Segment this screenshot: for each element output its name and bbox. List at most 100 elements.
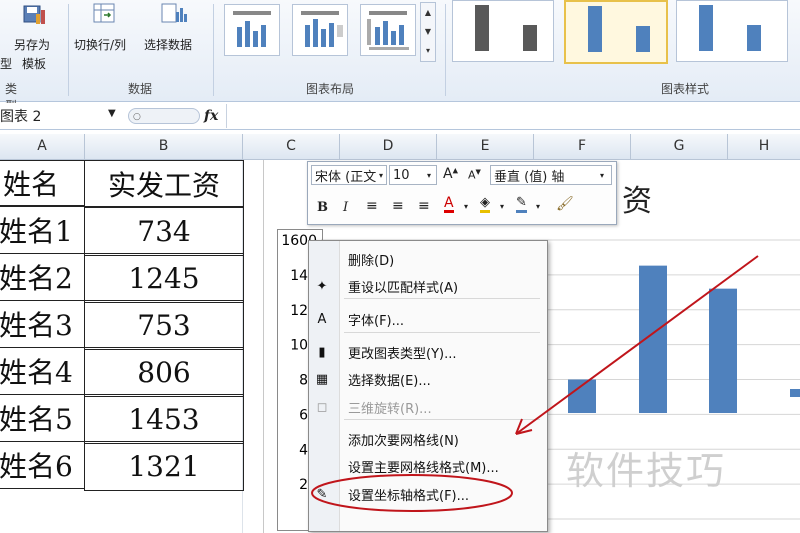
salary-cell[interactable]: 1321 bbox=[84, 441, 244, 491]
menu-separator bbox=[344, 419, 540, 420]
font-icon: A bbox=[317, 311, 327, 327]
column-header-d[interactable]: D bbox=[340, 134, 437, 160]
group-separator bbox=[68, 4, 69, 96]
format-axis-icon: ✎ bbox=[316, 486, 328, 502]
chart-bar[interactable] bbox=[639, 265, 667, 413]
select-data-button[interactable]: 选择数据 bbox=[144, 36, 192, 53]
font-color-icon[interactable]: A bbox=[444, 196, 454, 213]
context-menu-item-label: 设置主要网格线格式(M)... bbox=[348, 460, 499, 476]
column-header-b[interactable]: B bbox=[85, 134, 243, 160]
context-menu-item-label: 选择数据(E)... bbox=[348, 373, 431, 389]
name-cell[interactable]: 姓名3 bbox=[0, 300, 85, 348]
column-header-e[interactable]: E bbox=[437, 134, 534, 160]
reset-style-icon: ✦ bbox=[316, 278, 328, 294]
bold-button[interactable]: B bbox=[317, 200, 328, 215]
chevron-down-icon[interactable]: ▾ bbox=[379, 171, 383, 180]
chart-layout-thumb[interactable] bbox=[292, 4, 348, 56]
column-header-h[interactable]: H bbox=[728, 134, 800, 160]
chart-bar[interactable] bbox=[709, 288, 737, 413]
context-menu-item[interactable]: ▦ 选择数据(E)... bbox=[308, 366, 546, 392]
context-menu-item[interactable]: ◻ 三维旋转(R)... bbox=[308, 394, 546, 420]
context-menu-item[interactable]: ✦ 重设以匹配样式(A) bbox=[308, 273, 546, 299]
name-cell[interactable]: 姓名6 bbox=[0, 441, 85, 489]
save-as-template-button[interactable]: 另存为 bbox=[14, 36, 50, 53]
layout-scroll-arrows[interactable]: ▲ ▼ ▾ bbox=[420, 2, 436, 62]
align-center-icon[interactable]: ≡ bbox=[392, 198, 404, 214]
align-left-icon[interactable]: ≡ bbox=[366, 198, 378, 214]
salary-cell[interactable]: 1453 bbox=[84, 394, 244, 444]
font-size-value: 10 bbox=[393, 167, 410, 183]
switch-row-column-icon[interactable] bbox=[92, 2, 118, 26]
chart-title-fragment[interactable]: 资 bbox=[622, 176, 652, 220]
context-menu-item-label: 设置坐标轴格式(F)... bbox=[348, 488, 470, 504]
chart-bar[interactable] bbox=[568, 379, 596, 414]
outline-color-icon[interactable]: ✎ bbox=[516, 196, 527, 213]
name-box-divider-handle[interactable]: ○ bbox=[128, 108, 200, 124]
chart-layout-thumb[interactable] bbox=[360, 4, 416, 56]
chevron-down-icon[interactable]: ▾ bbox=[536, 202, 540, 211]
menu-separator bbox=[344, 332, 540, 333]
context-menu-item[interactable]: 删除(D) bbox=[308, 246, 546, 272]
select-data-icon[interactable] bbox=[160, 2, 188, 26]
context-menu-item[interactable]: A 字体(F)... bbox=[308, 306, 546, 332]
name-box-value: 图表 2 bbox=[0, 109, 42, 125]
font-name-select[interactable]: 宋体 (正文 ▾ bbox=[311, 165, 387, 185]
data-table: 姓名 实发工资 姓名1 734 姓名2 1245 姓名3 753 姓名4 806 姓名5 1453… bbox=[0, 160, 244, 492]
name-cell[interactable]: 姓名1 bbox=[0, 206, 85, 254]
header-cell-salary[interactable]: 实发工资 bbox=[84, 160, 244, 208]
chart-bar[interactable] bbox=[790, 389, 800, 397]
column-header-g[interactable]: G bbox=[631, 134, 728, 160]
chart-style-blue[interactable] bbox=[676, 0, 788, 62]
salary-cell[interactable]: 734 bbox=[84, 206, 244, 256]
grow-font-label: A bbox=[443, 166, 453, 182]
chart-style-dark[interactable] bbox=[452, 0, 554, 62]
format-painter-icon[interactable]: 🖌 bbox=[556, 196, 574, 212]
chevron-down-icon[interactable]: ▾ bbox=[600, 171, 604, 180]
context-menu-item[interactable]: ▮ 更改图表类型(Y)... bbox=[308, 339, 546, 365]
group-separator bbox=[213, 4, 214, 96]
chart-element-select[interactable]: 垂直 (值) 轴 ▾ bbox=[490, 165, 612, 185]
type-label-fragment: 型 bbox=[0, 57, 13, 71]
column-header-c[interactable]: C bbox=[243, 134, 340, 160]
salary-cell[interactable]: 1245 bbox=[84, 253, 244, 303]
chevron-down-icon[interactable]: ▾ bbox=[427, 171, 431, 180]
column-header-a[interactable]: A bbox=[0, 134, 85, 160]
fill-color-icon[interactable]: ◈ bbox=[480, 196, 490, 213]
chevron-down-icon[interactable]: ▼ bbox=[108, 108, 116, 119]
group-separator bbox=[445, 4, 446, 96]
chart-layout-thumb[interactable] bbox=[224, 4, 280, 56]
name-cell[interactable]: 姓名2 bbox=[0, 253, 85, 301]
grow-font-icon[interactable]: A▲ bbox=[443, 166, 458, 182]
shrink-font-icon[interactable]: A▼ bbox=[468, 168, 481, 182]
chevron-down-icon[interactable]: ▾ bbox=[500, 202, 504, 211]
name-cell[interactable]: 姓名4 bbox=[0, 347, 85, 395]
header-cell-name[interactable]: 姓名 bbox=[0, 160, 85, 206]
context-menu-item-label: 删除(D) bbox=[348, 253, 395, 269]
font-size-select[interactable]: 10 ▾ bbox=[389, 165, 437, 185]
column-header-f[interactable]: F bbox=[534, 134, 631, 160]
italic-button[interactable]: I bbox=[343, 200, 348, 215]
salary-cell[interactable]: 806 bbox=[84, 347, 244, 397]
context-menu-item-label: 字体(F)... bbox=[348, 313, 405, 329]
menu-separator bbox=[344, 298, 540, 299]
align-right-icon[interactable]: ≡ bbox=[418, 198, 430, 214]
salary-cell[interactable]: 753 bbox=[84, 300, 244, 350]
context-menu-item-label: 添加次要网格线(N) bbox=[348, 433, 459, 449]
name-box[interactable]: 图表 2 ▼ bbox=[0, 106, 120, 126]
data-group-label: 数据 bbox=[127, 82, 152, 96]
chart-type-icon: ▮ bbox=[318, 344, 326, 360]
fx-icon[interactable]: fx bbox=[204, 108, 218, 124]
rotation-icon: ◻ bbox=[316, 399, 328, 415]
layout-group-label: 图表布局 bbox=[305, 82, 354, 96]
context-menu-item[interactable]: 添加次要网格线(N) bbox=[308, 426, 546, 452]
watermark: 软件技巧 bbox=[566, 449, 727, 493]
chart-style-selected[interactable] bbox=[564, 0, 668, 64]
context-menu-item[interactable]: 设置主要网格线格式(M)... bbox=[308, 453, 546, 479]
chevron-down-icon[interactable]: ▾ bbox=[464, 202, 468, 211]
font-name-value: 宋体 (正文 bbox=[315, 169, 377, 185]
switch-row-column-button[interactable]: 切换行/列 bbox=[74, 36, 126, 53]
context-menu-item[interactable]: ✎ 设置坐标轴格式(F)... bbox=[308, 481, 546, 507]
name-cell[interactable]: 姓名5 bbox=[0, 394, 85, 442]
save-as-template-icon[interactable] bbox=[22, 4, 48, 26]
formula-input[interactable] bbox=[226, 104, 800, 128]
